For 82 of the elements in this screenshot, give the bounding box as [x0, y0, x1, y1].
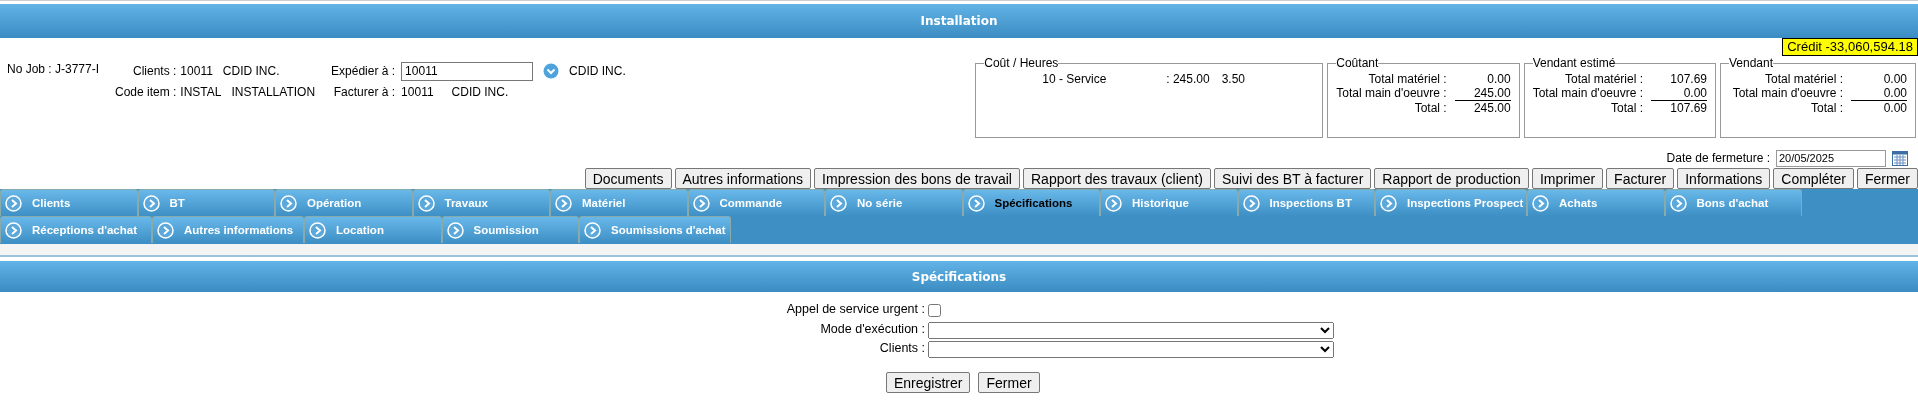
dropdown-icon[interactable]: [543, 63, 560, 79]
tab[interactable]: Commande: [687, 189, 825, 216]
ship-to-name: CDID INC.: [569, 64, 626, 78]
field-label: Mode d'exécution :: [819, 322, 926, 338]
tab[interactable]: Spécifications: [962, 189, 1100, 216]
tab[interactable]: Soumission: [441, 216, 579, 243]
total-value: 107.69: [1669, 72, 1707, 86]
total-label: Total :: [1610, 101, 1643, 115]
select-field[interactable]: [928, 322, 1334, 339]
total-value: 0.00: [1486, 72, 1511, 86]
total-label: Total :: [1413, 101, 1447, 115]
tab[interactable]: Réceptions d'achat: [0, 216, 152, 243]
tab[interactable]: Autres informations: [152, 216, 304, 243]
tab[interactable]: BT: [137, 189, 275, 216]
tab[interactable]: Location: [304, 216, 442, 243]
tab[interactable]: Opération: [275, 189, 413, 216]
service-hours: 3.50: [1221, 72, 1245, 86]
total-value: 0.00: [1882, 101, 1907, 115]
ship-to-field[interactable]: 10011: [401, 61, 534, 81]
action-button[interactable]: Imprimer: [1531, 168, 1604, 189]
action-button[interactable]: Informations: [1677, 168, 1771, 189]
job-number: No Job : J-3777-I: [7, 62, 101, 76]
panel-legend: Vendant: [1729, 56, 1774, 70]
action-button[interactable]: Rapport des travaux (client): [1023, 168, 1211, 189]
client-code: 10011: [180, 64, 213, 78]
tab[interactable]: Inspections BT: [1237, 189, 1375, 216]
field-label: Clients :: [878, 341, 926, 357]
bill-to-code: 10011: [401, 85, 434, 99]
field-label: Expédier à :: [331, 64, 396, 78]
total-label: Total matériel :: [1563, 72, 1643, 86]
calendar-icon[interactable]: [1892, 150, 1908, 166]
closing-date-label: Date de fermeture :: [1666, 151, 1770, 165]
total-value: 0.00: [1882, 72, 1907, 86]
urgent-checkbox[interactable]: [928, 304, 941, 317]
action-button[interactable]: Suivi des BT à facturer: [1213, 168, 1372, 189]
total-value: 245.00: [1454, 86, 1511, 101]
service-name: 10 - Service: [1042, 72, 1108, 86]
panel-legend: Coût / Heures: [984, 56, 1059, 70]
closing-date-field[interactable]: 20/05/2025: [1776, 149, 1886, 167]
total-label: Total matériel :: [1763, 72, 1843, 86]
total-label: Total main d'oeuvre :: [1732, 86, 1843, 101]
field-label: Code item :: [115, 85, 177, 99]
total-value: 0.00: [1851, 86, 1907, 101]
tab[interactable]: Bons d'achat: [1664, 189, 1802, 216]
total-label: Total :: [1810, 101, 1843, 115]
form-button[interactable]: Enregistrer: [886, 372, 971, 393]
action-button[interactable]: Rapport de production: [1374, 168, 1529, 189]
total-label: Total main d'oeuvre :: [1336, 86, 1447, 101]
tab[interactable]: Inspections Prospect: [1375, 189, 1527, 216]
client-name: CDID INC.: [222, 64, 280, 78]
service-amount: : 245.00: [1166, 72, 1210, 86]
field-label: Facturer à :: [333, 85, 396, 99]
action-button[interactable]: Impression des bons de travail: [814, 168, 1020, 189]
credit-badge: Crédit -33,060,594.18: [1782, 38, 1918, 56]
tab[interactable]: Soumissions d'achat: [579, 216, 731, 243]
tab[interactable]: Matériel: [550, 189, 688, 216]
action-button[interactable]: Autres informations: [674, 168, 812, 189]
action-button[interactable]: Documents: [584, 168, 672, 189]
form-button[interactable]: Fermer: [978, 372, 1040, 393]
field-label: Clients :: [133, 64, 177, 78]
item-code: INSTAL: [180, 85, 222, 99]
total-label: Total matériel :: [1367, 72, 1447, 86]
total-value: 107.69: [1669, 101, 1707, 115]
tab[interactable]: Clients: [0, 189, 138, 216]
item-name: INSTALLATION: [231, 85, 316, 99]
total-value: 245.00: [1472, 101, 1511, 115]
action-button[interactable]: Compléter: [1773, 168, 1854, 189]
total-value: 0.00: [1651, 86, 1707, 101]
page-title: Installation: [0, 4, 1918, 38]
action-button[interactable]: Fermer: [1856, 168, 1918, 189]
select-field[interactable]: [928, 341, 1334, 358]
total-label: Total main d'oeuvre :: [1532, 86, 1643, 101]
bill-to-name: CDID INC.: [451, 85, 509, 99]
tab[interactable]: No série: [825, 189, 963, 216]
panel-legend: Vendant estimé: [1532, 56, 1616, 70]
tab[interactable]: Historique: [1100, 189, 1238, 216]
tab[interactable]: Achats: [1527, 189, 1665, 216]
field-label: Appel de service urgent :: [785, 302, 926, 318]
panel-legend: Coûtant: [1336, 56, 1379, 70]
section-title: Spécifications: [0, 261, 1918, 292]
action-button[interactable]: Facturer: [1606, 168, 1675, 189]
tab[interactable]: Travaux: [412, 189, 550, 216]
